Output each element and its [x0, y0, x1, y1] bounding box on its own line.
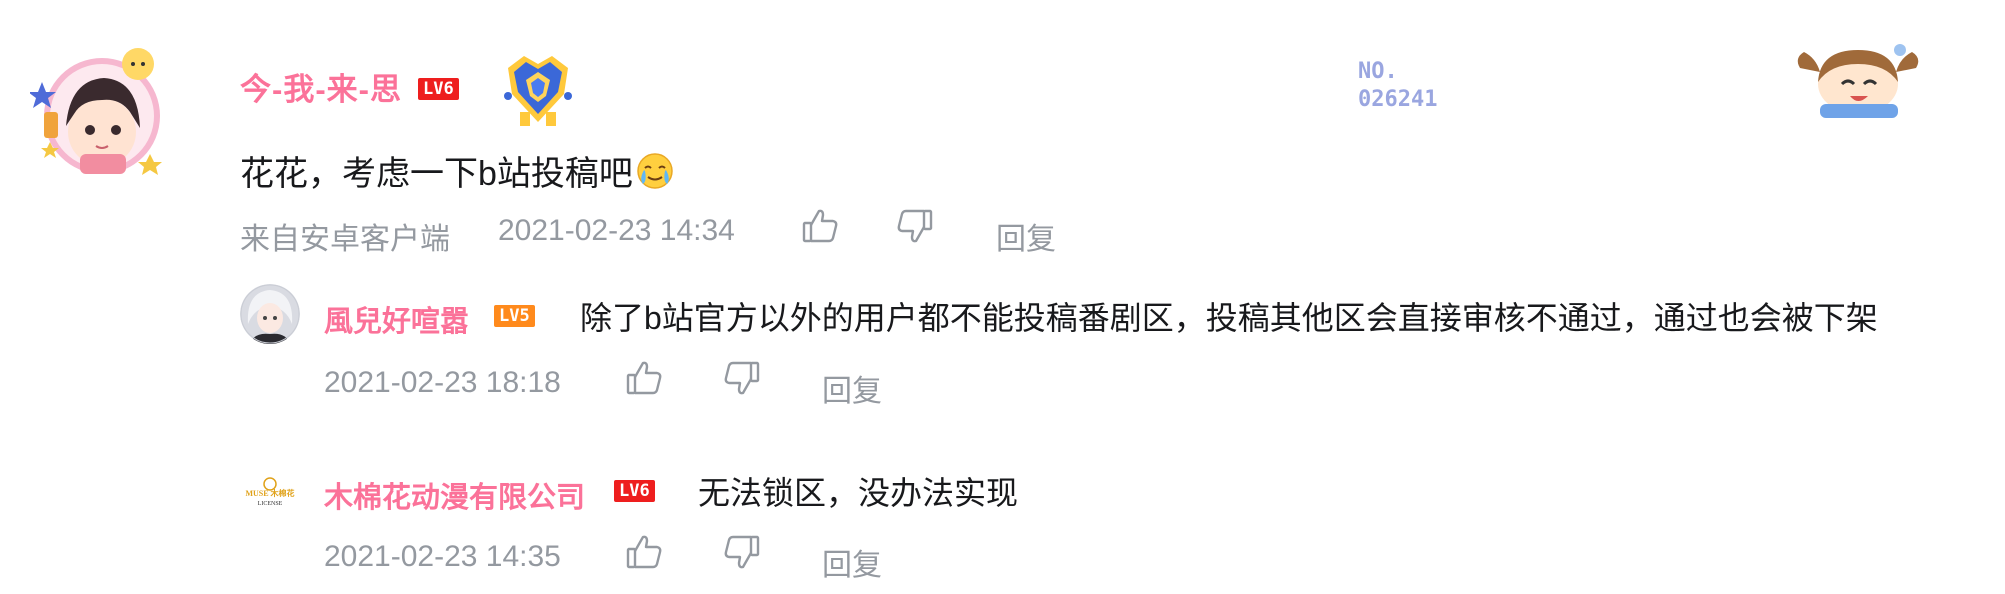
decoration-card-icon	[1790, 38, 1925, 120]
thumbs-down-icon[interactable]	[722, 532, 762, 572]
thumbs-down-icon[interactable]	[895, 206, 935, 246]
comment-username[interactable]: 今-我-来-思	[240, 64, 402, 109]
reply-text: 无法锁区，没办法实现	[698, 475, 1019, 511]
comment-source: 来自安卓客户端	[240, 223, 450, 256]
thumbs-up-icon[interactable]	[624, 532, 664, 572]
reply-button[interactable]: 回复	[822, 540, 882, 584]
reply-username[interactable]: 木棉花动漫有限公司	[324, 474, 585, 516]
reply-avatar[interactable]	[240, 284, 300, 344]
thumbs-up-icon[interactable]	[624, 358, 664, 398]
reply-timestamp: 2021-02-23 14:35	[324, 540, 561, 573]
reply-button[interactable]: 回复	[822, 366, 882, 410]
reply-avatar[interactable]: MUSE 木棉花 LICENSE	[240, 462, 300, 522]
user-level-badge: LV6	[614, 480, 655, 502]
user-level-badge: LV6	[418, 78, 459, 100]
fan-medal-icon	[498, 50, 578, 130]
comment-timestamp: 2021-02-23 14:34	[498, 214, 735, 247]
crying-laugh-emoji-icon	[635, 151, 675, 200]
user-level-badge: LV5	[494, 305, 535, 327]
reply-text: 除了b站官方以外的用户都不能投稿番剧区，投稿其他区会直接审核不通过，通过也会被下…	[580, 300, 1878, 336]
thumbs-up-icon[interactable]	[800, 206, 840, 246]
user-avatar-frame[interactable]	[28, 42, 170, 182]
reply-button[interactable]: 回复	[996, 214, 1056, 258]
reply-timestamp: 2021-02-23 18:18	[324, 366, 561, 399]
reply-username[interactable]: 風兒好喧嚣	[324, 298, 469, 340]
fan-number-badge: NO. 026241	[1358, 59, 1438, 112]
comment-text: 花花，考虑一下b站投稿吧	[240, 146, 675, 200]
svg-text:LICENSE: LICENSE	[258, 501, 283, 507]
comment-text-content: 花花，考虑一下b站投稿吧	[240, 155, 633, 193]
thumbs-down-icon[interactable]	[722, 358, 762, 398]
svg-text:MUSE 木棉花: MUSE 木棉花	[245, 488, 294, 498]
